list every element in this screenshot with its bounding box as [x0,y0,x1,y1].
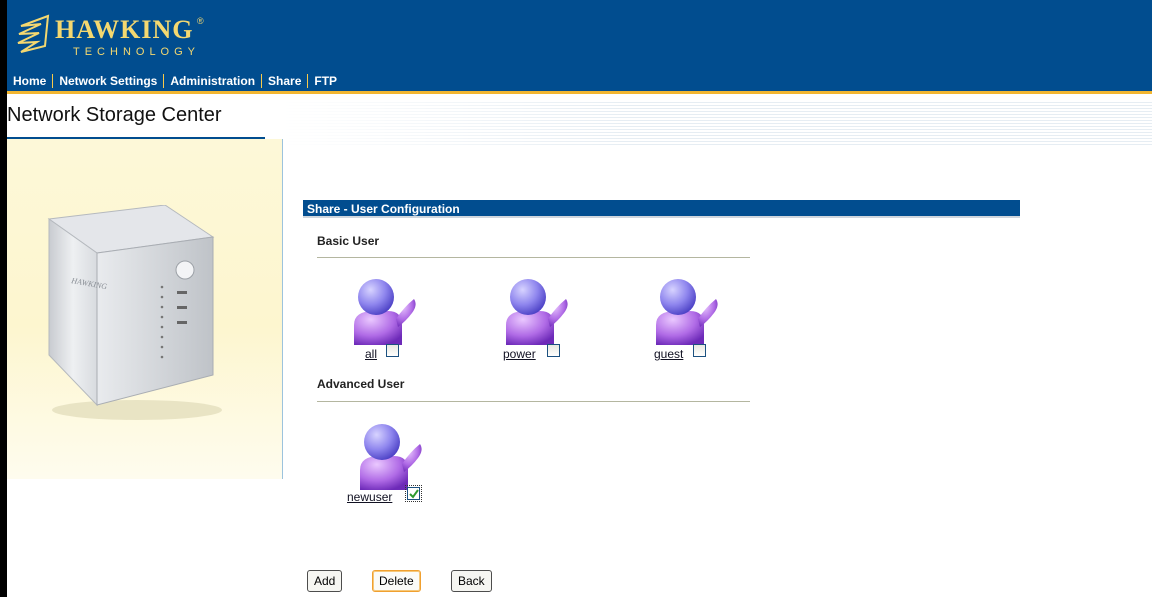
logo-registered-mark: ® [197,16,204,26]
advanced-user-divider [317,401,750,402]
user-icon [656,279,718,345]
user-guest-link[interactable]: guest [654,347,683,361]
user-guest[interactable] [654,275,734,355]
nav-bar: Home Network Settings Administration Sha… [7,71,1152,91]
nas-device-image: HAWKING [47,205,222,420]
hawking-logo[interactable]: HAWKING ® TECHNOLOGY [15,8,205,64]
user-icon [506,279,568,345]
user-newuser-checkbox[interactable] [405,485,422,502]
hawk-icon [17,14,50,53]
nav-share[interactable]: Share [262,74,307,88]
header-bar: HAWKING ® TECHNOLOGY [7,0,1152,71]
user-guest-checkbox[interactable] [693,344,706,357]
add-button[interactable]: Add [307,570,343,592]
user-newuser[interactable] [358,420,438,500]
user-all[interactable] [352,275,432,355]
nav-home[interactable]: Home [7,74,52,88]
user-all-link[interactable]: all [365,347,377,361]
section-header: Share - User Configuration [303,200,1020,218]
basic-user-label: Basic User [317,234,380,248]
sidebar-panel: HAWKING [7,139,283,479]
user-icon [354,279,416,345]
back-button[interactable]: Back [451,570,492,592]
decorative-stripes [279,102,1152,146]
delete-button[interactable]: Delete [372,570,421,592]
page-title: Network Storage Center [7,104,222,126]
nav-ftp[interactable]: FTP [308,74,343,88]
user-icon [360,424,422,490]
page-frame: HAWKING ® TECHNOLOGY Home Network Settin… [0,0,1152,597]
logo-name: HAWKING [55,15,194,44]
user-all-checkbox[interactable] [386,344,399,357]
advanced-user-label: Advanced User [317,377,405,391]
user-power[interactable] [504,275,584,355]
basic-user-divider [317,257,750,258]
nav-network-settings[interactable]: Network Settings [53,74,163,88]
user-power-link[interactable]: power [503,347,536,361]
logo-subtitle: TECHNOLOGY [73,46,201,58]
nav-administration[interactable]: Administration [164,74,261,88]
user-newuser-link[interactable]: newuser [347,490,392,504]
checkmark-icon [409,489,419,499]
nav-underline [7,91,1152,94]
user-power-checkbox[interactable] [547,344,560,357]
